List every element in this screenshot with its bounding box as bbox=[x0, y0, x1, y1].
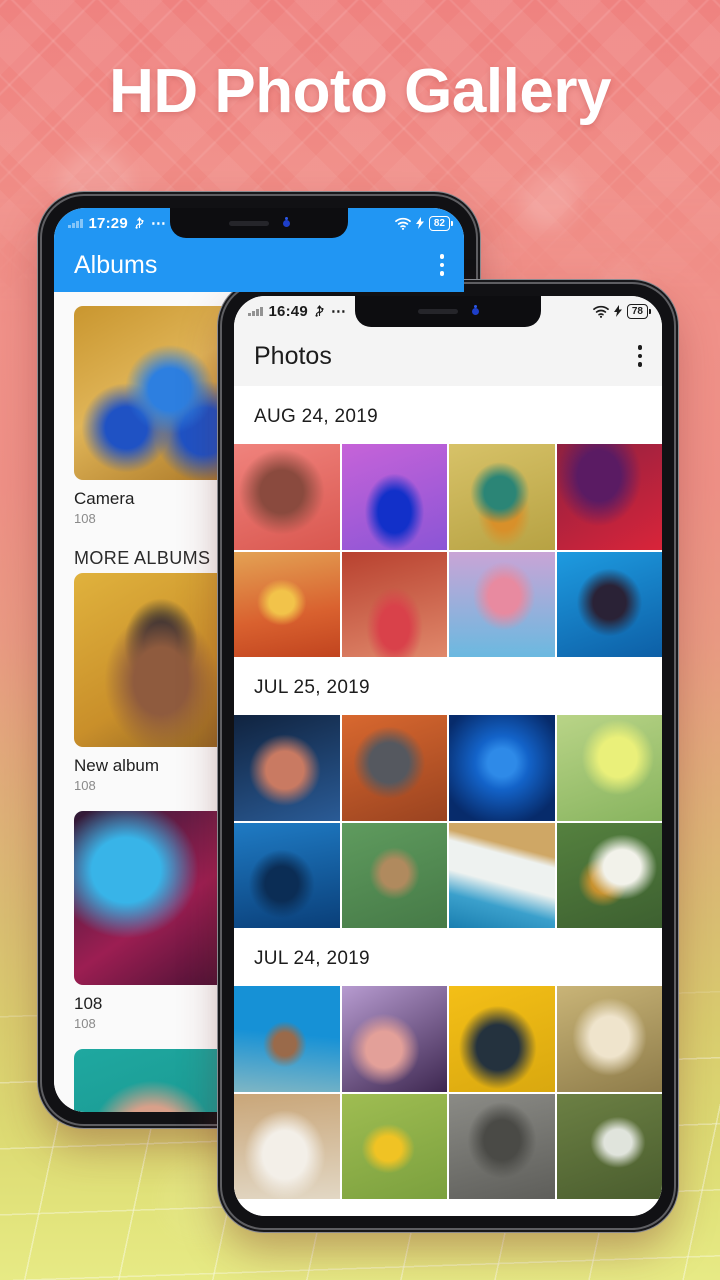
signal-bars-icon bbox=[68, 218, 83, 228]
promo-screenshot: HD Photo Gallery 17:29 ⋯ 82 Albums Camer… bbox=[0, 0, 720, 1280]
front-camera-icon bbox=[471, 308, 479, 315]
kebab-menu-icon[interactable] bbox=[637, 345, 642, 367]
photos-title: Photos bbox=[254, 341, 332, 370]
phone-mockup-photos: 16:49 ⋯ 78 Photos AUG 24, 2019 JUL 25, 2… bbox=[222, 284, 674, 1228]
photo-thumbnail[interactable] bbox=[449, 444, 555, 550]
photo-thumbnail[interactable] bbox=[341, 715, 447, 821]
photo-thumbnail[interactable] bbox=[556, 715, 662, 821]
photo-thumbnail[interactable] bbox=[341, 1093, 447, 1199]
clock: 16:49 bbox=[268, 302, 308, 320]
phone-notch bbox=[170, 208, 348, 238]
earpiece-speaker-icon bbox=[417, 309, 458, 314]
earpiece-speaker-icon bbox=[228, 220, 269, 226]
wifi-icon bbox=[395, 217, 411, 230]
date-header: AUG 24, 2019 bbox=[254, 406, 379, 427]
photos-screen: 16:49 ⋯ 78 Photos AUG 24, 2019 JUL 25, 2… bbox=[234, 296, 662, 1216]
usb-icon bbox=[135, 216, 144, 229]
ellipsis-icon: ⋯ bbox=[150, 215, 167, 232]
photo-thumbnail[interactable] bbox=[341, 986, 447, 1092]
albums-app-bar: Albums bbox=[54, 238, 464, 292]
ellipsis-icon: ⋯ bbox=[330, 303, 347, 320]
photo-thumbnail[interactable] bbox=[234, 715, 340, 821]
photo-thumbnail[interactable] bbox=[449, 822, 555, 928]
charging-bolt-icon bbox=[613, 305, 622, 317]
photo-thumbnail[interactable] bbox=[556, 444, 662, 550]
date-header: JUL 25, 2019 bbox=[254, 677, 370, 698]
photos-app-bar: Photos bbox=[234, 326, 662, 386]
wifi-icon bbox=[593, 305, 609, 318]
date-header: JUL 24, 2019 bbox=[254, 948, 370, 969]
photo-thumbnail[interactable] bbox=[341, 822, 447, 928]
photo-thumbnail[interactable] bbox=[449, 551, 555, 657]
front-camera-icon bbox=[282, 219, 290, 227]
battery-indicator: 78 bbox=[626, 303, 651, 319]
photo-thumbnail[interactable] bbox=[556, 986, 662, 1092]
photo-thumbnail[interactable] bbox=[234, 822, 340, 928]
photo-thumbnail[interactable] bbox=[556, 822, 662, 928]
photo-thumbnail[interactable] bbox=[556, 1093, 662, 1199]
page-title: HD Photo Gallery bbox=[109, 57, 611, 126]
photo-thumbnail[interactable] bbox=[234, 986, 340, 1092]
photo-thumbnail[interactable] bbox=[341, 444, 447, 550]
photo-grid bbox=[234, 715, 662, 928]
signal-bars-icon bbox=[248, 306, 263, 316]
bokeh-dot bbox=[520, 170, 578, 228]
battery-indicator: 82 bbox=[428, 215, 453, 231]
photo-thumbnail[interactable] bbox=[234, 1093, 340, 1199]
charging-bolt-icon bbox=[415, 217, 424, 229]
usb-icon bbox=[315, 304, 324, 317]
photo-thumbnail[interactable] bbox=[234, 444, 340, 550]
photo-thumbnail[interactable] bbox=[449, 715, 555, 821]
kebab-menu-icon[interactable] bbox=[439, 254, 444, 276]
photo-thumbnail[interactable] bbox=[556, 551, 662, 657]
clock: 17:29 bbox=[88, 214, 128, 232]
photo-thumbnail[interactable] bbox=[341, 551, 447, 657]
photo-grid bbox=[234, 986, 662, 1199]
photo-thumbnail[interactable] bbox=[234, 551, 340, 657]
photos-content: AUG 24, 2019 JUL 25, 2019 JUL 24, 2019 bbox=[234, 386, 662, 1216]
phone-notch bbox=[355, 296, 541, 327]
photo-thumbnail[interactable] bbox=[449, 986, 555, 1092]
photo-thumbnail[interactable] bbox=[449, 1093, 555, 1199]
photo-grid bbox=[234, 444, 662, 657]
albums-title: Albums bbox=[74, 250, 158, 279]
